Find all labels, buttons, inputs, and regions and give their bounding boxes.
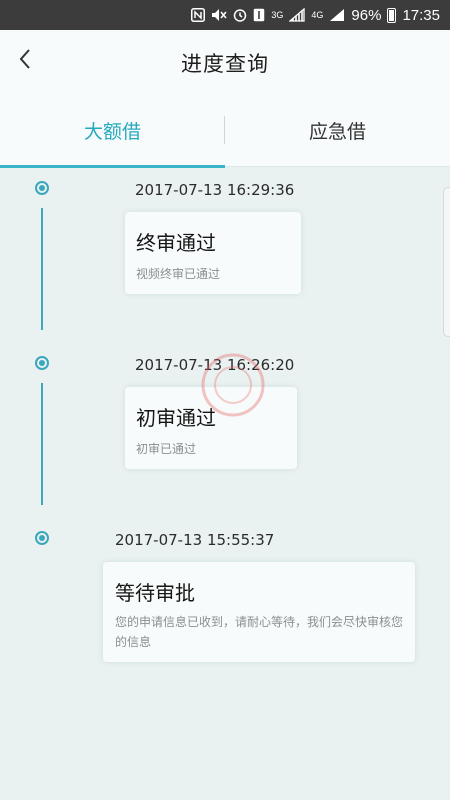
- timeline-dot: [35, 181, 49, 195]
- tab-large-loan[interactable]: 大额借: [0, 94, 225, 166]
- tab-bar: 大额借 应急借: [0, 94, 450, 167]
- active-tab-indicator: [0, 165, 225, 168]
- notification-icon: [253, 8, 265, 22]
- timeline-status: 等待审批: [115, 581, 195, 605]
- scroll-indicator: [443, 187, 450, 337]
- signal-icon: [329, 8, 345, 22]
- timeline-status: 终审通过: [136, 231, 216, 255]
- timeline-description: 初审已通过: [136, 442, 197, 456]
- tab-emergency-loan[interactable]: 应急借: [225, 94, 450, 166]
- alarm-icon: [233, 8, 247, 22]
- timeline-dot: [35, 356, 49, 370]
- timeline-line: [41, 383, 43, 505]
- status-bar: 3G 4G 96% 17:35: [0, 0, 450, 30]
- timeline-time: 2017-07-13 15:55:37: [115, 531, 275, 549]
- timeline-time: 2017-07-13 16:29:36: [135, 181, 295, 199]
- timeline-description: 视频终审已通过: [136, 267, 221, 281]
- network-3g-label: 3G: [271, 9, 284, 20]
- battery-percent: 96%: [351, 6, 382, 24]
- network-4g-label: 4G: [311, 9, 324, 20]
- page-title: 进度查询: [181, 52, 269, 76]
- signal-icon: [289, 8, 306, 22]
- timeline-card: 等待审批 您的申请信息已收到，请耐心等待，我们会尽快审核您的信息: [103, 562, 415, 662]
- clock-time: 17:35: [402, 6, 440, 24]
- nfc-icon: [191, 8, 206, 22]
- timeline-dot: [35, 531, 49, 545]
- battery-icon: [387, 7, 397, 23]
- timeline-line: [41, 208, 43, 330]
- mute-icon: [211, 8, 227, 22]
- timeline-card: 终审通过 视频终审已通过: [125, 212, 301, 294]
- timeline-description: 您的申请信息已收到，请耐心等待，我们会尽快审核您的信息: [115, 615, 404, 649]
- app-header: 进度查询: [0, 30, 450, 94]
